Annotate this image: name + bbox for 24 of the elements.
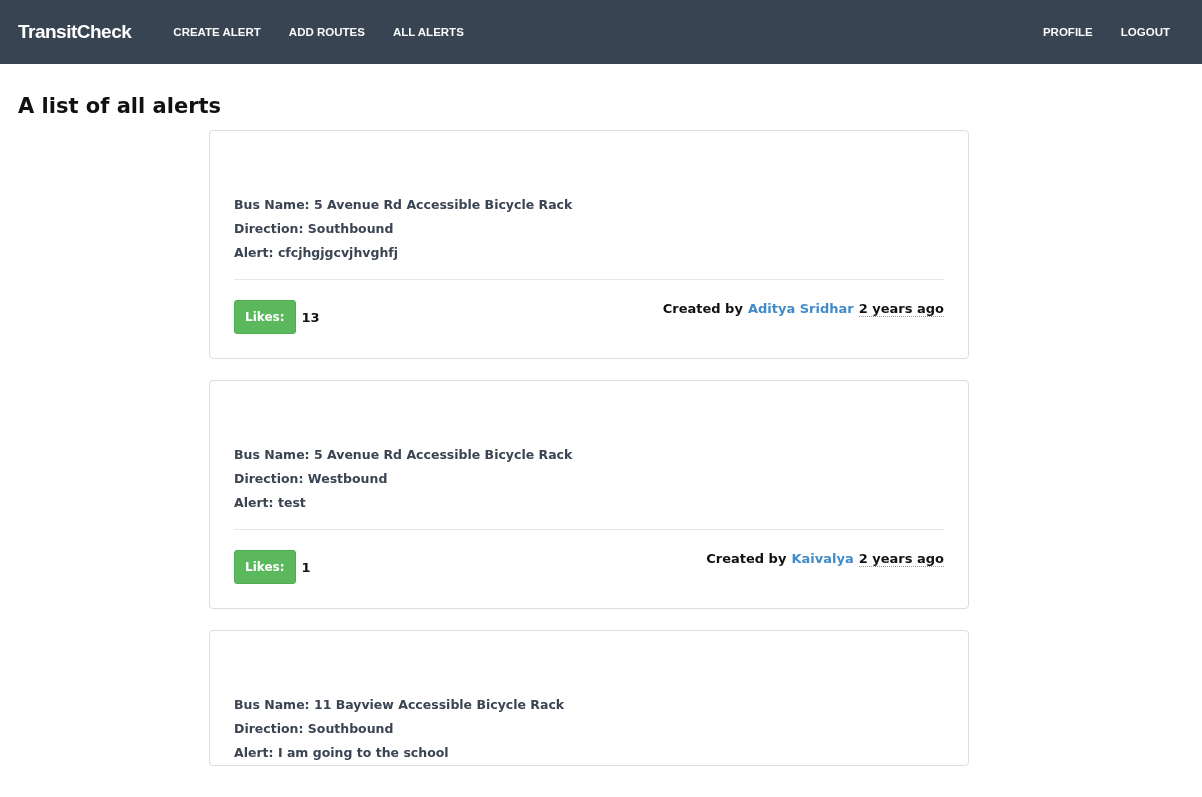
author-link[interactable]: Kaivalya — [791, 551, 854, 567]
nav-link[interactable]: ALL ALERTS — [378, 26, 478, 38]
bus-name-text: Bus Name: 5 Avenue Rd Accessible Bicycle Rack — [234, 196, 574, 214]
nav-link[interactable]: PROFILE — [1028, 26, 1107, 38]
alert-text: Alert: cfcjhgjgcvjhvghfj — [234, 244, 399, 262]
direction-text: Direction: Westbound — [234, 470, 389, 488]
nav-link[interactable]: LOGOUT — [1106, 26, 1184, 38]
bus-name-text: Bus Name: 5 Avenue Rd Accessible Bicycle Rack — [234, 446, 574, 464]
brand-link[interactable]: TransitCheck — [18, 21, 132, 43]
time-ago-text: 2 years ago — [858, 551, 944, 567]
likes-count: 1 — [301, 559, 311, 575]
direction-text: Direction: Southbound — [234, 220, 395, 238]
direction-text: Direction: Southbound — [234, 720, 395, 738]
author-link[interactable]: Aditya Sridhar — [747, 301, 854, 317]
alert-text: Alert: I am going to the school — [234, 744, 450, 762]
likes-count: 13 — [301, 309, 320, 325]
created-by-text: Created by — [706, 551, 787, 567]
page-title: A list of all alerts — [18, 93, 223, 119]
nav-link[interactable]: CREATE ALERT — [159, 26, 275, 38]
time-ago-text: 2 years ago — [858, 301, 944, 317]
alert-text: Alert: test — [234, 494, 307, 512]
created-by-text: Created by — [662, 301, 743, 317]
bus-name-text: Bus Name: 11 Bayview Accessible Bicycle Rack — [234, 696, 566, 714]
nav-link[interactable]: ADD ROUTES — [274, 26, 379, 38]
